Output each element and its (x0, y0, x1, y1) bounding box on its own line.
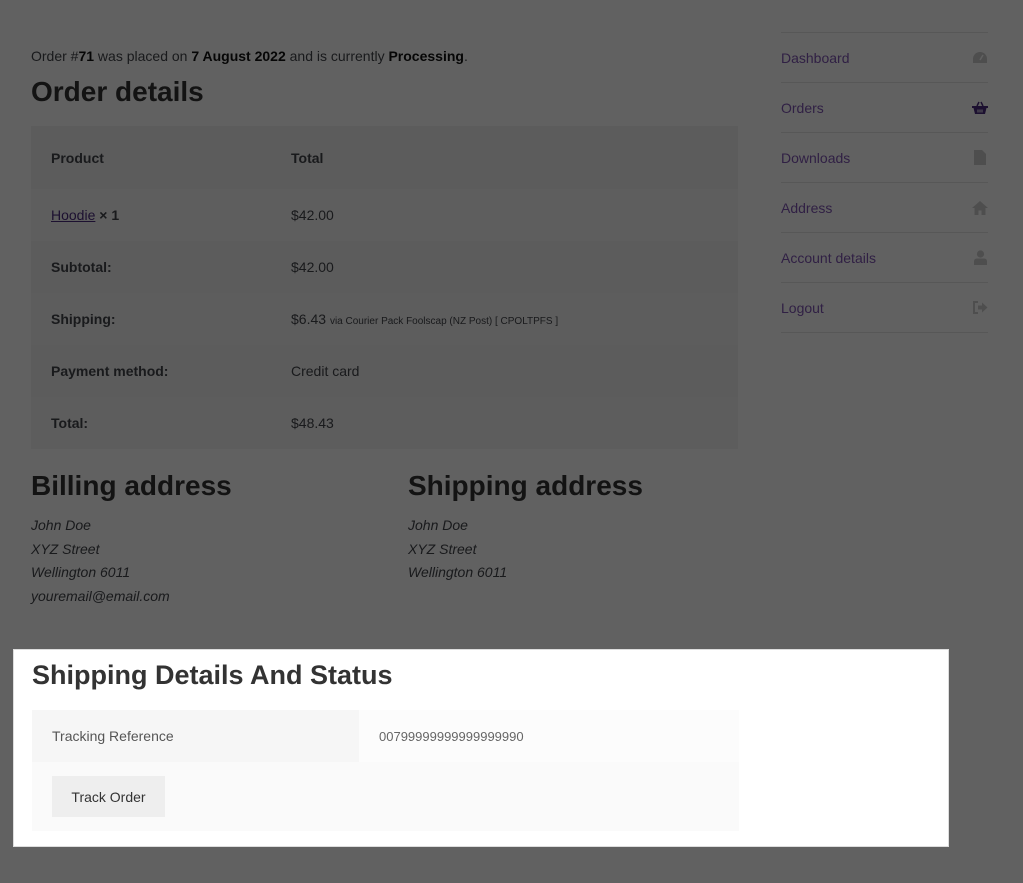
sidebar-item-label: Orders (781, 99, 824, 116)
sidebar-item-orders[interactable]: Orders (781, 83, 988, 133)
basket-icon (972, 100, 988, 116)
shipping-value: $6.43 (291, 311, 327, 327)
user-icon (972, 250, 988, 266)
billing-address-section: Billing address John Doe XYZ Street Well… (31, 470, 232, 608)
track-button-row: Track Order (32, 762, 739, 831)
sidebar-item-downloads[interactable]: Downloads (781, 133, 988, 183)
billing-address-title: Billing address (31, 470, 232, 501)
sidebar-item-label: Logout (781, 299, 824, 316)
tracking-reference-label: Tracking Reference (32, 710, 359, 762)
total-label: Total: (31, 397, 271, 449)
billing-address: John Doe XYZ Street Wellington 6011 your… (31, 514, 232, 608)
tracking-table: Tracking Reference 00799999999999999990 … (32, 710, 739, 831)
total-row: Total: $48.43 (31, 397, 738, 449)
product-total: $42.00 (271, 189, 738, 241)
total-value: $48.43 (271, 397, 738, 449)
home-icon (972, 200, 988, 216)
sidebar-item-label: Dashboard (781, 49, 850, 66)
shipping-method-note: via Courier Pack Foolscap (NZ Post) [ CP… (329, 316, 559, 327)
notice-suffix: . (463, 48, 468, 64)
tracking-reference-value: 00799999999999999990 (359, 710, 739, 762)
shipping-address: John Doe XYZ Street Wellington 6011 (408, 514, 643, 585)
order-number: 71 (78, 48, 95, 64)
sidebar-item-dashboard[interactable]: Dashboard (781, 33, 988, 83)
table-header-row: Product Total (31, 126, 738, 189)
table-row: Hoodie × 1 $42.00 (31, 189, 738, 241)
shipping-details-panel: Shipping Details And Status Tracking Ref… (13, 649, 949, 847)
payment-row: Payment method: Credit card (31, 345, 738, 397)
header-product: Product (31, 126, 271, 189)
header-total: Total (271, 126, 738, 189)
order-notice: Order #71 was placed on 7 August 2022 an… (31, 48, 468, 64)
billing-street: XYZ Street (31, 540, 100, 557)
notice-status-text: and is currently (285, 48, 389, 64)
notice-placed-text: was placed on (94, 48, 192, 64)
shipping-address-section: Shipping address John Doe XYZ Street Wel… (408, 470, 643, 585)
shipping-street: XYZ Street (408, 540, 477, 557)
subtotal-row: Subtotal: $42.00 (31, 241, 738, 293)
product-quantity: × 1 (99, 207, 120, 223)
shipping-name: John Doe (408, 517, 468, 533)
sidebar-item-address[interactable]: Address (781, 183, 988, 233)
subtotal-value: $42.00 (271, 241, 738, 293)
tracking-row: Tracking Reference 00799999999999999990 (32, 710, 739, 762)
product-link[interactable]: Hoodie (51, 207, 95, 223)
file-icon (972, 150, 988, 166)
shipping-label: Shipping: (31, 293, 271, 345)
shipping-address-title: Shipping address (408, 470, 643, 501)
payment-value: Credit card (271, 345, 738, 397)
sidebar-item-logout[interactable]: Logout (781, 283, 988, 333)
shipping-row: Shipping: $6.43 via Courier Pack Foolsca… (31, 293, 738, 345)
shipping-details-title: Shipping Details And Status (32, 660, 393, 690)
account-navigation: Dashboard Orders Downloads Address Accou… (781, 32, 988, 333)
dashboard-icon (972, 50, 988, 66)
notice-prefix: Order # (31, 48, 79, 64)
sidebar-item-label: Address (781, 199, 833, 216)
order-status: Processing (388, 48, 464, 64)
payment-label: Payment method: (31, 345, 271, 397)
sign-out-icon (972, 300, 988, 316)
order-details-table: Product Total Hoodie × 1 $42.00 Subtotal… (31, 126, 738, 449)
order-details-title: Order details (31, 76, 204, 107)
shipping-city: Wellington 6011 (408, 564, 508, 580)
subtotal-label: Subtotal: (31, 241, 271, 293)
sidebar-item-account-details[interactable]: Account details (781, 233, 988, 283)
shipping-cell: $6.43 via Courier Pack Foolscap (NZ Post… (271, 293, 738, 345)
sidebar-item-label: Account details (781, 249, 876, 266)
track-order-button[interactable]: Track Order (52, 776, 165, 817)
billing-email: youremail@email.com (31, 587, 170, 604)
billing-name: John Doe (31, 517, 91, 533)
billing-city: Wellington 6011 (31, 564, 131, 580)
sidebar-item-label: Downloads (781, 149, 851, 166)
order-date: 7 August 2022 (191, 48, 286, 64)
product-cell: Hoodie × 1 (31, 189, 271, 241)
